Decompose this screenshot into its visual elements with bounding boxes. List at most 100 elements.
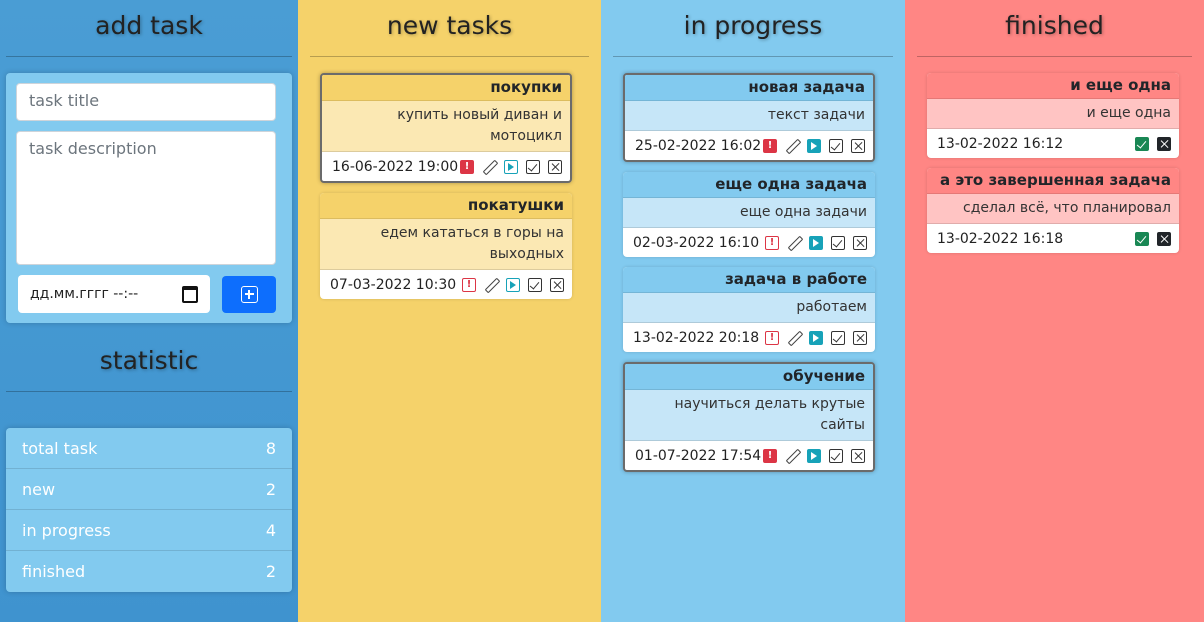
task-card-description: текст задачи [625, 101, 873, 131]
edit-pencil-icon[interactable] [787, 331, 801, 345]
task-card-title: еще одна задача [623, 172, 875, 198]
task-card-date: 16-06-2022 19:00 [332, 158, 459, 175]
task-card-description: едем кататься в горы на выходных [320, 219, 572, 270]
delete-close-icon[interactable] [851, 138, 865, 153]
task-description-input[interactable]: task description [16, 131, 276, 265]
delete-close-icon[interactable] [550, 277, 564, 292]
priority-icon[interactable]: ! [765, 330, 779, 345]
stat-label: in progress [22, 520, 111, 540]
finish-check-icon[interactable] [528, 277, 542, 292]
finished-check-icon[interactable] [1135, 231, 1149, 246]
divider [310, 56, 589, 57]
task-card-date: 13-02-2022 16:18 [937, 230, 1064, 247]
delete-close-icon[interactable] [851, 448, 865, 463]
finish-check-icon[interactable] [829, 448, 843, 463]
task-card[interactable]: еще одна задача еще одна задачи 02-03-20… [623, 172, 875, 257]
task-card-title: и еще одна [927, 73, 1179, 99]
stat-count: 2 [265, 479, 276, 499]
stat-label: total task [22, 438, 98, 458]
edit-pencil-icon[interactable] [785, 139, 799, 153]
task-card-date: 01-07-2022 17:54 [635, 447, 762, 464]
statistic-list: total task 8 new 2 in progress 4 finishe… [6, 428, 292, 592]
divider [6, 56, 292, 57]
stat-label: finished [22, 562, 86, 581]
task-card-title: покупки [322, 75, 570, 101]
edit-pencil-icon[interactable] [482, 160, 496, 174]
in-progress-icon[interactable] [807, 138, 821, 153]
task-card-description: сделал всё, что планировал [927, 194, 1179, 224]
edit-pencil-icon[interactable] [787, 236, 801, 250]
task-card-date: 07-03-2022 10:30 [330, 276, 457, 293]
task-card[interactable]: новая задача текст задачи 25-02-2022 16:… [623, 73, 875, 162]
divider [917, 56, 1192, 57]
finished-column: finished и еще одна и еще одна 13-02-202… [905, 0, 1204, 622]
in-progress-icon[interactable] [809, 235, 823, 250]
edit-pencil-icon[interactable] [785, 449, 799, 463]
priority-icon[interactable]: ! [765, 235, 779, 250]
finish-check-icon[interactable] [831, 235, 845, 250]
delete-close-icon[interactable] [853, 235, 867, 250]
priority-icon[interactable]: ! [763, 448, 777, 463]
stat-count: 8 [265, 438, 276, 458]
stat-new: new 2 [6, 469, 292, 510]
task-card[interactable]: обучение научиться делать крутые сайты 0… [623, 362, 875, 472]
task-date-input[interactable]: дд.мм.гггг --:-- [18, 275, 210, 313]
task-card[interactable]: покупки купить новый диван и мотоцикл 16… [320, 73, 572, 183]
task-card-title: а это завершенная задача [927, 168, 1179, 194]
task-card-date: 25-02-2022 16:02 [635, 137, 762, 154]
finished-check-icon[interactable] [1135, 136, 1149, 151]
task-card[interactable]: задача в работе работаем 13-02-2022 20:1… [623, 267, 875, 352]
finish-check-icon[interactable] [831, 330, 845, 345]
new-tasks-column: new tasks покупки купить новый диван и м… [298, 0, 601, 622]
divider [613, 56, 893, 57]
priority-icon[interactable]: ! [460, 159, 474, 174]
task-card-description: научиться делать крутые сайты [625, 390, 873, 441]
finish-check-icon[interactable] [526, 159, 540, 174]
stat-label: new [22, 479, 56, 499]
add-task-title: add task [95, 11, 203, 40]
in-progress-column: in progress новая задача текст задачи 25… [601, 0, 905, 622]
delete-close-icon[interactable] [853, 330, 867, 345]
divider [6, 391, 292, 392]
stat-count: 2 [265, 562, 276, 581]
task-card[interactable]: и еще одна и еще одна 13-02-2022 16:12 [927, 73, 1179, 158]
task-card-title: покатушки [320, 193, 572, 219]
task-title-input[interactable]: task title [16, 83, 276, 121]
task-card-date: 13-02-2022 20:18 [633, 329, 760, 346]
stat-total: total task 8 [6, 428, 292, 469]
in-progress-icon[interactable] [807, 448, 821, 463]
stat-in-progress: in progress 4 [6, 510, 292, 551]
task-card-date: 02-03-2022 16:10 [633, 234, 760, 251]
add-task-column: add task task title task description дд.… [0, 0, 298, 622]
finish-check-icon[interactable] [829, 138, 843, 153]
to-progress-icon[interactable] [504, 159, 518, 174]
in-progress-title: in progress [683, 11, 823, 40]
task-card-description: работаем [623, 293, 875, 323]
statistic-title: statistic [99, 346, 199, 375]
delete-close-icon[interactable] [1157, 136, 1171, 151]
task-card[interactable]: а это завершенная задача сделал всё, что… [927, 168, 1179, 253]
task-card-title: обучение [625, 364, 873, 390]
edit-pencil-icon[interactable] [484, 278, 498, 292]
add-task-button[interactable] [222, 275, 276, 313]
new-tasks-title: new tasks [386, 11, 513, 40]
stat-finished: finished 2 [6, 551, 292, 592]
in-progress-icon[interactable] [809, 330, 823, 345]
delete-close-icon[interactable] [548, 159, 562, 174]
task-card-title: новая задача [625, 75, 873, 101]
task-card-description: и еще одна [927, 99, 1179, 129]
priority-icon[interactable]: ! [462, 277, 476, 292]
priority-icon[interactable]: ! [763, 138, 777, 153]
task-card[interactable]: покатушки едем кататься в горы на выходн… [320, 193, 572, 299]
stat-count: 4 [265, 520, 276, 540]
to-progress-icon[interactable] [506, 277, 520, 292]
task-date-value: дд.мм.гггг --:-- [30, 286, 139, 302]
add-task-form: task title task description дд.мм.гггг -… [6, 73, 292, 323]
delete-close-icon[interactable] [1157, 231, 1171, 246]
calendar-icon[interactable] [182, 285, 198, 303]
task-card-date: 13-02-2022 16:12 [937, 135, 1064, 152]
finished-title: finished [1005, 11, 1104, 40]
task-card-description: еще одна задачи [623, 198, 875, 228]
plus-square-icon [240, 285, 258, 303]
task-card-description: купить новый диван и мотоцикл [322, 101, 570, 152]
